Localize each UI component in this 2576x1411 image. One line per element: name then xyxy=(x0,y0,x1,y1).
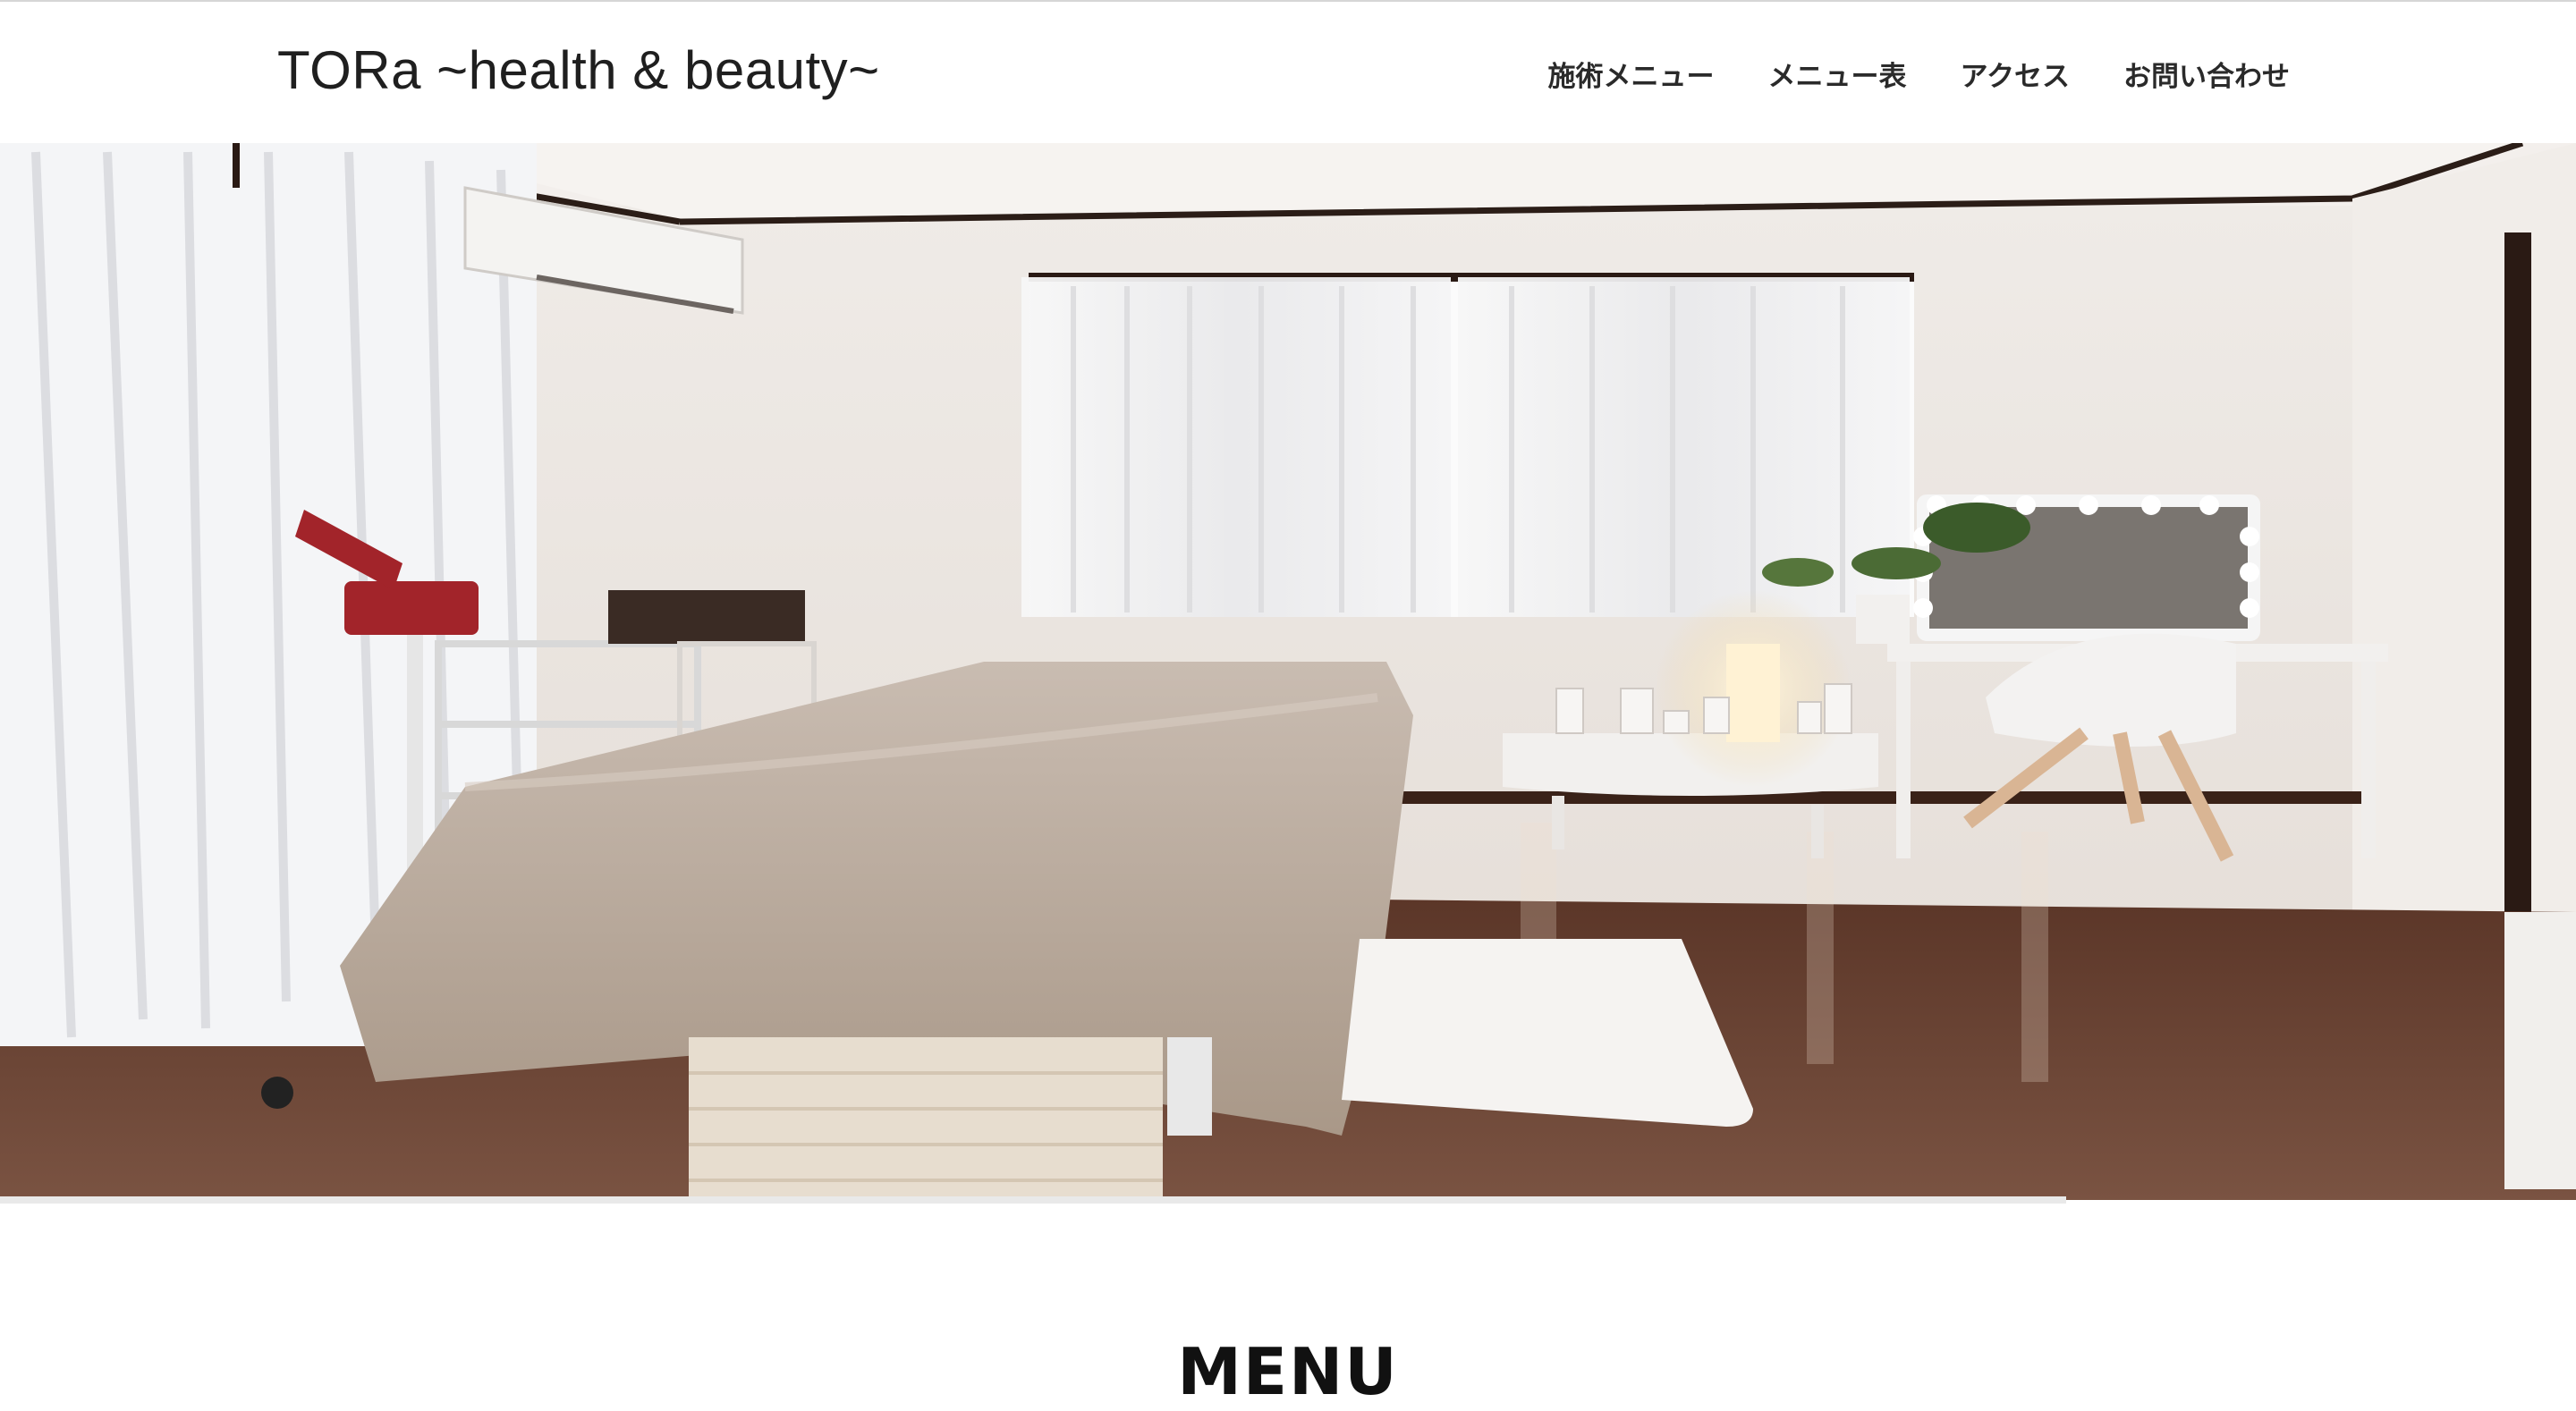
nav-item-menu-table[interactable]: メニュー表 xyxy=(1768,54,1907,94)
section-title-menu: MENU xyxy=(1177,1333,1399,1409)
site-header: TORa ~health & beauty~ 施術メニュー メニュー表 アクセス… xyxy=(0,2,2576,143)
nav-item-treatment-menu[interactable]: 施術メニュー xyxy=(1548,54,1715,94)
hero-image xyxy=(0,143,2576,1200)
nav-item-access[interactable]: アクセス xyxy=(1961,54,2070,94)
site-title-link[interactable]: TORa ~health & beauty~ xyxy=(277,39,880,101)
hero-bottom-strip xyxy=(0,1196,2066,1204)
nav-item-contact[interactable]: お問い合わせ xyxy=(2123,54,2290,94)
treatment-room-illustration xyxy=(0,143,2576,1200)
main-nav: 施術メニュー メニュー表 アクセス お問い合わせ xyxy=(1548,54,2290,94)
